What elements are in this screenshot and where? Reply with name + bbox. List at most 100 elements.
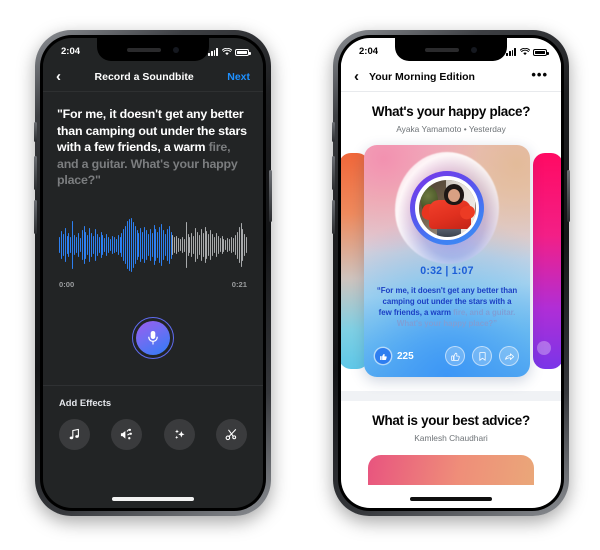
record-navbar: ‹ Record a Soundbite Next	[43, 62, 263, 92]
back-button[interactable]: ‹	[354, 69, 359, 84]
waveform-bar	[85, 231, 86, 259]
waveform-bar	[234, 234, 236, 256]
waveform-bar	[119, 236, 120, 254]
volume-down-button[interactable]	[34, 200, 37, 234]
time-end: 0:21	[231, 280, 247, 290]
waveform-bar	[157, 232, 158, 258]
time-start: 0:00	[59, 280, 75, 290]
waveform-bar	[142, 231, 143, 259]
soundbite-card[interactable]: 0:32 | 1:07 “For me, it doesn't get any …	[364, 145, 530, 377]
waveform-bar	[162, 230, 164, 260]
waveform-bar	[79, 238, 81, 253]
effect-sound-button[interactable]	[111, 419, 143, 451]
avatar-ring	[410, 171, 484, 245]
card-transcript: “For me, it doesn't get any better than …	[364, 277, 530, 329]
next-post-card-peek[interactable]	[368, 455, 534, 485]
like-count: 225	[397, 350, 414, 362]
waveform-bar	[125, 225, 126, 265]
waveform-bar	[70, 237, 71, 253]
waveform-bar	[193, 235, 194, 255]
waveform-bar	[187, 234, 189, 256]
sparkles-icon	[174, 429, 185, 440]
avatar-zone	[364, 145, 530, 264]
phone-left-record-screen: 2:04 ‹ Record a Soundbite Next "For me, …	[34, 30, 272, 516]
home-indicator[interactable]	[410, 497, 492, 501]
waveform-bar	[180, 239, 181, 251]
status-indicators	[208, 47, 251, 56]
waveform-bar	[176, 235, 177, 255]
add-effects-label: Add Effects	[59, 397, 112, 409]
waveform-bar	[164, 233, 166, 257]
thumbs-up-icon	[537, 341, 551, 355]
waveform-bar	[149, 229, 151, 261]
waveform-bar	[68, 232, 69, 258]
next-post-byline: Kamlesh Chaudhari	[414, 433, 488, 443]
effect-trim-button[interactable]	[215, 419, 247, 451]
power-button[interactable]	[269, 170, 272, 222]
waveform-bar	[115, 238, 117, 252]
waveform-bar	[206, 231, 207, 260]
volume-down-button[interactable]	[332, 200, 335, 234]
microphone-icon	[148, 331, 158, 345]
like-button[interactable]	[445, 346, 465, 366]
waveform-bar	[166, 228, 168, 262]
record-button[interactable]	[132, 317, 174, 360]
waveform-bar	[232, 238, 234, 253]
volume-up-button[interactable]	[332, 156, 335, 190]
transcript-text: "For me, it doesn't get any better than …	[57, 106, 249, 189]
waveform-bar	[102, 235, 103, 255]
page-title: Record a Soundbite	[94, 70, 194, 83]
next-post-header[interactable]: What is your best advice? Kamlesh Chaudh…	[341, 401, 561, 443]
power-button[interactable]	[567, 170, 570, 222]
volume-up-button[interactable]	[34, 156, 37, 190]
card-actions: 225	[364, 346, 530, 366]
waveform-bar	[215, 233, 217, 257]
waveform-bar	[134, 226, 136, 264]
waveform-timestamps: 0:00 0:21	[59, 280, 247, 289]
waveform-bar	[77, 233, 79, 257]
effect-sparkles-button[interactable]	[163, 419, 195, 451]
next-button[interactable]: Next	[227, 71, 250, 83]
waveform-bar	[123, 229, 124, 261]
next-post-title: What is your best advice?	[372, 413, 530, 428]
waveform-bar	[197, 231, 198, 259]
share-button[interactable]	[499, 346, 519, 366]
waveform-bar	[208, 234, 209, 256]
home-indicator[interactable]	[112, 497, 194, 501]
status-time: 2:04	[359, 46, 379, 57]
waveform-bar	[108, 236, 109, 254]
front-camera	[173, 46, 179, 53]
waveform-bar	[72, 220, 73, 270]
save-button[interactable]	[472, 346, 492, 366]
waveform-bar	[64, 228, 66, 262]
waveform-bar	[81, 229, 83, 261]
waveform-bar	[238, 227, 240, 263]
waveform-bar	[128, 219, 130, 271]
phone-bezel: 2:04 ‹ Your Morning Edition ••• What's y…	[338, 35, 564, 511]
soundbite-carousel[interactable]: 0:32 | 1:07 “For me, it doesn't get any …	[341, 145, 561, 377]
waveform-bar	[62, 234, 64, 256]
screenshot-stage: 2:04 ‹ Record a Soundbite Next "For me, …	[0, 0, 600, 550]
screen-record-soundbite: 2:04 ‹ Record a Soundbite Next "For me, …	[43, 38, 263, 508]
waveform-bar	[181, 236, 183, 254]
post-title: What's your happy place?	[371, 104, 531, 119]
waveform-bar	[94, 229, 96, 261]
feed-scroll-area[interactable]: What's your happy place? Ayaka Yamamoto …	[341, 92, 561, 508]
effect-music-button[interactable]	[59, 419, 90, 451]
section-divider	[341, 391, 561, 401]
battery-icon	[533, 48, 549, 56]
waveform-bar	[130, 218, 132, 273]
waveform-bar	[140, 228, 141, 262]
audio-waveform[interactable]	[59, 217, 247, 273]
feed-navbar: ‹ Your Morning Edition •••	[341, 62, 561, 92]
waveform-bar	[106, 234, 107, 256]
mute-switch[interactable]	[332, 122, 335, 142]
more-options-icon[interactable]: •••	[531, 68, 548, 81]
cellular-bars-icon	[506, 48, 516, 56]
waveform-bar	[66, 235, 68, 255]
mute-switch[interactable]	[34, 122, 37, 142]
waveform-bar	[83, 225, 85, 265]
carousel-card-next[interactable]	[533, 153, 561, 369]
waveform-bar	[225, 239, 226, 251]
waveform-bar	[91, 232, 92, 258]
